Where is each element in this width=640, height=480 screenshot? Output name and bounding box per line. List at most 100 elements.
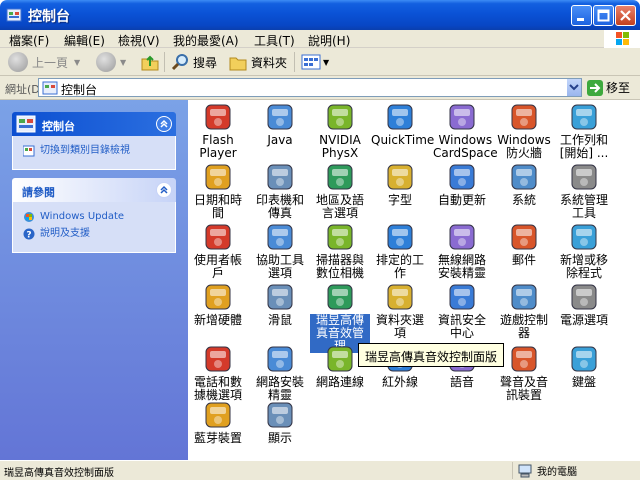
item-label: 網路安裝精靈 — [255, 375, 304, 402]
maximize-button[interactable] — [593, 5, 614, 26]
power-icon — [569, 282, 599, 312]
control-panel-item[interactable]: Windows 防火牆 — [494, 102, 554, 160]
quicktime-icon — [385, 102, 415, 132]
item-label: 無線網路安裝精靈 — [437, 253, 486, 280]
sound-icon — [509, 344, 539, 374]
go-button[interactable]: 移至 — [587, 79, 630, 96]
taskbar-icon — [569, 102, 599, 132]
back-label: 上一頁 — [32, 55, 69, 70]
control-panel-item[interactable]: 排定的工作 — [370, 222, 430, 280]
item-label: Flash Player — [199, 133, 237, 160]
forward-dropdown-icon[interactable]: ▼ — [120, 58, 126, 67]
status-text: 瑞昱高傳真音效控制面版 — [4, 468, 114, 479]
forward-arrow-icon — [96, 52, 116, 72]
display-icon — [265, 400, 295, 430]
address-bar: 網址(D) 控制台 移至 — [0, 76, 640, 100]
up-folder-button[interactable] — [140, 51, 160, 73]
item-label: 電源選項 — [559, 313, 608, 327]
item-label: 日期和時間 — [193, 193, 242, 220]
control-panel-item[interactable]: 字型 — [370, 162, 430, 207]
control-panel-item[interactable]: 印表機和傳真 — [250, 162, 310, 220]
item-label: 鍵盤 — [571, 375, 596, 389]
menu-tools[interactable]: 工具(T) — [254, 32, 295, 49]
menu-favorites[interactable]: 我的最愛(A) — [173, 32, 239, 49]
collapse-icon[interactable] — [156, 116, 172, 132]
menu-help[interactable]: 說明(H) — [308, 32, 350, 49]
control-panel-item[interactable]: 郵件 — [494, 222, 554, 267]
item-label: 工作列和 [開始] ... — [559, 133, 609, 160]
item-label: 聲音及音訊裝置 — [499, 375, 548, 402]
control-panel-item[interactable]: 系統管理工具 — [554, 162, 614, 220]
control-panel-item[interactable]: NVIDIA PhysX — [310, 102, 370, 160]
menu-file[interactable]: 檔案(F) — [9, 32, 49, 49]
network-wizard-icon — [265, 344, 295, 374]
address-dropdown-button[interactable] — [566, 79, 581, 96]
control-panel-item[interactable]: Windows CardSpace — [432, 102, 498, 160]
control-panel-item[interactable]: 新增硬體 — [188, 282, 248, 327]
control-panel-item[interactable]: 地區及語言選項 — [310, 162, 370, 220]
address-input[interactable]: 控制台 — [38, 78, 582, 97]
forward-button[interactable]: ▼ — [96, 51, 126, 73]
menu-view[interactable]: 檢視(V) — [118, 32, 160, 49]
control-panel-item[interactable]: QuickTime — [370, 102, 434, 147]
toolbar-separator — [294, 52, 295, 72]
control-panel-item[interactable]: 日期和時間 — [188, 162, 248, 220]
menu-edit[interactable]: 編輯(E) — [64, 32, 105, 49]
control-panel-item[interactable]: 工作列和 [開始] ... — [554, 102, 614, 160]
title-bar[interactable]: 控制台 — [0, 0, 640, 30]
control-panel-item[interactable]: 自動更新 — [432, 162, 492, 207]
minimize-button[interactable] — [571, 5, 592, 26]
item-label: 新增或移除程式 — [559, 253, 608, 280]
item-label: 自動更新 — [437, 193, 486, 207]
control-panel-item[interactable]: 無線網路安裝精靈 — [432, 222, 492, 280]
control-panel-item[interactable]: 新增或移除程式 — [554, 222, 614, 280]
control-panel-item[interactable]: 使用者帳戶 — [188, 222, 248, 280]
control-panel-item[interactable]: 資料夾選項 — [370, 282, 430, 340]
control-panel-icon — [16, 115, 36, 133]
item-label: Windows 防火牆 — [497, 133, 551, 160]
windows-update-icon — [447, 162, 477, 192]
control-panel-panel-header[interactable]: 控制台 — [12, 112, 176, 136]
close-button[interactable] — [615, 5, 636, 26]
control-panel-item[interactable]: Flash Player — [188, 102, 248, 160]
search-label: 搜尋 — [193, 55, 218, 70]
windows-update-link[interactable]: Windows Update — [23, 210, 167, 223]
go-label: 移至 — [606, 81, 631, 95]
control-panel-item[interactable]: 滑鼠 — [250, 282, 310, 327]
wireless-wizard-icon — [447, 222, 477, 252]
users-icon — [203, 222, 233, 252]
folders-button[interactable]: 資料夾 — [228, 51, 287, 73]
back-button[interactable]: 上一頁 ▼ — [8, 51, 80, 73]
control-panel-item[interactable]: 資訊安全中心 — [432, 282, 492, 340]
address-value: 控制台 — [61, 83, 98, 97]
control-panel-icon — [6, 8, 22, 22]
item-label: 電話和數據機選項 — [193, 375, 242, 402]
item-label: QuickTime — [371, 133, 435, 147]
control-panel-item[interactable]: 協助工具選項 — [250, 222, 310, 280]
control-panel-item[interactable]: 掃描器與數位相機 — [310, 222, 370, 280]
control-panel-item[interactable]: 鍵盤 — [554, 344, 614, 389]
control-panel-item[interactable]: 藍芽裝置 — [188, 400, 248, 445]
views-dropdown-icon: ▼ — [323, 57, 330, 67]
switch-category-view-link[interactable]: 切換到類別目錄檢視 — [23, 144, 167, 157]
item-label: 協助工具選項 — [255, 253, 304, 280]
views-button[interactable]: ▼ — [301, 51, 329, 73]
help-support-link[interactable]: ? 說明及支援 — [23, 227, 167, 240]
panel-title: 請參閱 — [22, 186, 55, 199]
control-panel-item[interactable]: 顯示 — [250, 400, 310, 445]
tooltip: 瑞昱高傳真音效控制面版 — [358, 343, 505, 367]
control-panel-item[interactable]: 遊戲控制器 — [494, 282, 554, 340]
mail-icon — [509, 222, 539, 252]
task-pane: 控制台 切換到類別目錄檢視 請參閱 Windows Update ? 說明及支援 — [0, 100, 188, 460]
control-panel-item[interactable]: 系統 — [494, 162, 554, 207]
control-panel-item[interactable]: 電話和數據機選項 — [188, 344, 248, 402]
collapse-icon[interactable] — [156, 182, 172, 198]
control-panel-item[interactable]: 網路安裝精靈 — [250, 344, 310, 402]
search-button[interactable]: 搜尋 — [170, 51, 217, 73]
admin-tools-icon — [569, 162, 599, 192]
control-panel-item[interactable]: Java — [250, 102, 310, 147]
scheduled-tasks-icon — [385, 222, 415, 252]
back-dropdown-icon[interactable]: ▼ — [74, 58, 80, 67]
control-panel-item[interactable]: 電源選項 — [554, 282, 614, 327]
see-also-panel-header[interactable]: 請參閱 — [12, 178, 176, 202]
